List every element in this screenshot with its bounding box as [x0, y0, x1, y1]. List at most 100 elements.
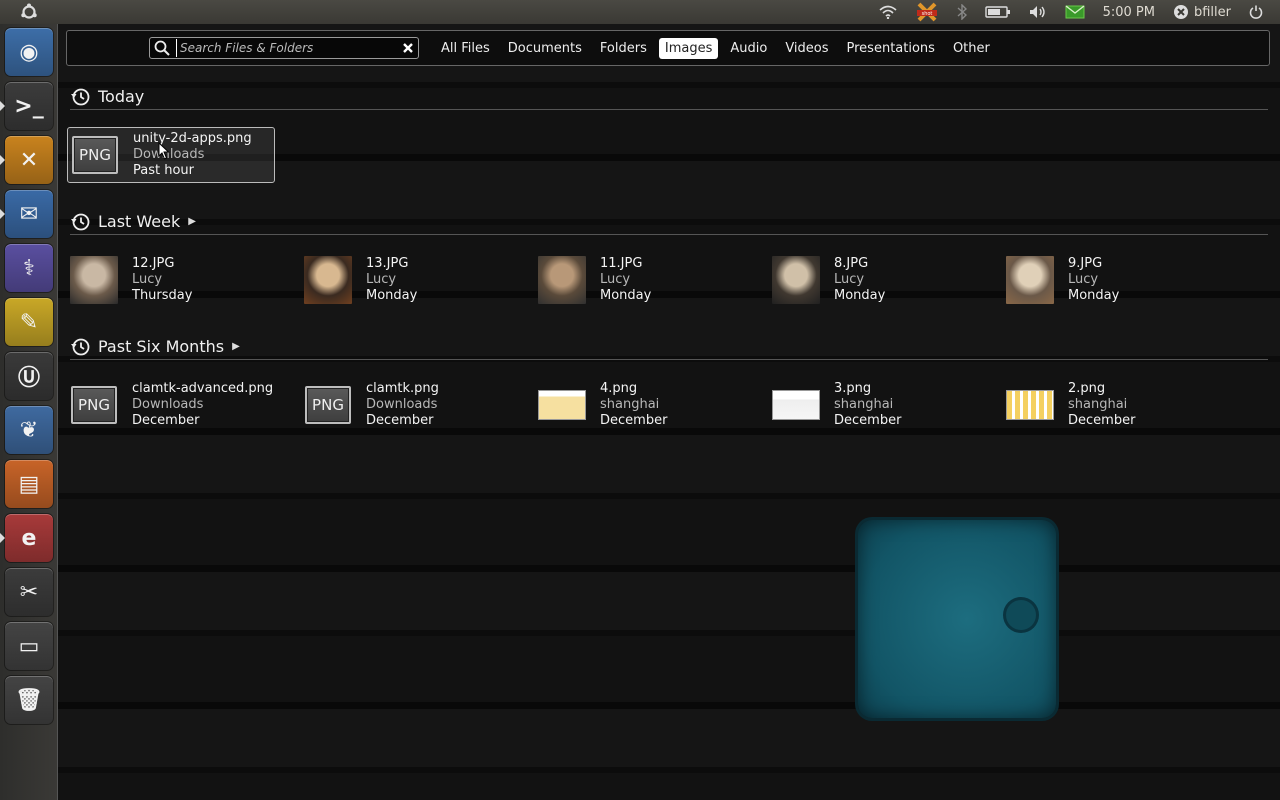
file-thumbnail	[538, 381, 586, 429]
file-meta: 12.JPG Lucy Thursday	[132, 256, 192, 304]
running-indicator	[0, 155, 5, 165]
bluetooth-icon[interactable]	[948, 0, 976, 24]
trash-icon: 🗑	[15, 687, 43, 713]
file-tile[interactable]: PNG clamtk-advanced.png Downloads December	[67, 377, 275, 433]
file-modified: Monday	[600, 288, 652, 303]
file-location: shanghai	[834, 397, 894, 412]
wifi-icon[interactable]	[870, 0, 906, 24]
search-box[interactable]	[149, 37, 419, 59]
volume-icon[interactable]	[1020, 0, 1056, 24]
file-tile[interactable]: 8.JPG Lucy Monday	[769, 252, 977, 308]
ubuntu-logo-button[interactable]	[0, 0, 58, 24]
folder-icon: ▭	[18, 633, 40, 659]
running-indicator	[0, 101, 5, 111]
filter-other[interactable]: Other	[947, 38, 996, 59]
file-name: 12.JPG	[132, 256, 175, 271]
filter-videos[interactable]: Videos	[779, 38, 834, 59]
feet-icon: ❦	[19, 417, 39, 443]
file-thumbnail	[70, 256, 118, 304]
screenshot-thumbnail	[772, 390, 820, 420]
file-tile[interactable]: PNG clamtk.png Downloads December	[301, 377, 509, 433]
file-thumbnail: PNG	[71, 131, 119, 179]
section-header-today[interactable]: Today	[70, 84, 1268, 110]
file-thumbnail	[304, 256, 352, 304]
history-icon	[71, 338, 90, 355]
launcher-item-ubuntu-one[interactable]: Ⓤ	[5, 352, 53, 400]
file-name: unity-2d-apps.png	[133, 131, 252, 146]
launcher-item-eclipse-hydra[interactable]: ⚕	[5, 244, 53, 292]
battery-icon[interactable]	[976, 0, 1020, 24]
thunderbird-icon: ✉	[19, 201, 39, 227]
filter-images[interactable]: Images	[658, 37, 719, 59]
running-indicator	[0, 209, 5, 219]
filter-presentations[interactable]: Presentations	[841, 38, 941, 59]
file-location: Lucy	[600, 272, 631, 287]
launcher-item-e-app[interactable]: e	[5, 514, 53, 562]
file-location: Lucy	[834, 272, 865, 287]
user-menu[interactable]: bfiller	[1164, 0, 1240, 24]
expand-arrow-icon[interactable]: ▶	[188, 216, 196, 227]
launcher-item-shutter[interactable]: ✕	[5, 136, 53, 184]
file-meta: clamtk-advanced.png Downloads December	[132, 381, 273, 429]
file-modified: Thursday	[132, 288, 193, 303]
photo-thumbnail	[70, 256, 118, 304]
file-thumbnail	[772, 381, 820, 429]
launcher-item-screenshot-tool[interactable]: ✂	[5, 568, 53, 616]
filter-bar: All Files Documents Folders Images Audio Vide…	[435, 37, 1002, 59]
power-icon[interactable]	[1240, 0, 1272, 24]
file-name: 13.JPG	[366, 256, 409, 271]
filter-folders[interactable]: Folders	[594, 38, 653, 59]
running-indicator	[0, 533, 5, 543]
section-title: Past Six Months	[98, 337, 225, 356]
file-name: 2.png	[1068, 381, 1106, 396]
clock[interactable]: 5:00 PM	[1094, 0, 1164, 24]
file-name: 3.png	[834, 381, 872, 396]
clear-search-icon[interactable]	[402, 42, 414, 54]
file-meta: unity-2d-apps.png Downloads Past hour	[133, 131, 252, 179]
launcher-item-chromium[interactable]: ◉	[5, 28, 53, 76]
photo-thumbnail	[304, 256, 352, 304]
filter-audio[interactable]: Audio	[724, 38, 773, 59]
file-name: clamtk.png	[366, 381, 439, 396]
user-name: bfiller	[1193, 4, 1231, 20]
file-tile[interactable]: 11.JPG Lucy Monday	[535, 252, 743, 308]
file-tile[interactable]: 3.png shanghai December	[769, 377, 977, 433]
file-name: clamtk-advanced.png	[132, 381, 274, 396]
file-tile[interactable]: 9.JPG Lucy Monday	[1003, 252, 1211, 308]
file-tile[interactable]: 13.JPG Lucy Monday	[301, 252, 509, 308]
file-modified: Past hour	[133, 163, 195, 178]
file-meta: 3.png shanghai December	[834, 381, 901, 429]
file-tile[interactable]: PNG unity-2d-apps.png Downloads Past hour	[67, 127, 275, 183]
text-editor-icon: ✎	[19, 309, 39, 335]
file-meta: 11.JPG Lucy Monday	[600, 256, 651, 304]
file-location: shanghai	[1068, 397, 1128, 412]
filter-documents[interactable]: Documents	[502, 38, 588, 59]
file-tile[interactable]: 12.JPG Lucy Thursday	[67, 252, 275, 308]
ubuntu-one-icon: Ⓤ	[17, 366, 40, 391]
mail-icon[interactable]	[1056, 0, 1094, 24]
filter-all-files[interactable]: All Files	[435, 38, 496, 59]
expand-arrow-icon[interactable]: ▶	[232, 341, 240, 352]
shutter-icon: ✕	[19, 147, 39, 173]
file-thumbnail	[538, 256, 586, 304]
launcher-item-terminal[interactable]: >_	[5, 82, 53, 130]
section-header-past-six-months[interactable]: Past Six Months ▶	[70, 334, 1268, 360]
file-tile[interactable]: 4.png shanghai December	[535, 377, 743, 433]
file-meta: 4.png shanghai December	[600, 381, 667, 429]
launcher-item-trash[interactable]: 🗑	[5, 676, 53, 724]
section-header-last-week[interactable]: Last Week ▶	[70, 209, 1268, 235]
screenshot-thumbnail	[1006, 390, 1054, 420]
dash: All Files Documents FoldersImagesAudio Vide…	[58, 24, 1280, 800]
search-input[interactable]	[176, 39, 394, 57]
file-tile[interactable]: 2.png shanghai December	[1003, 377, 1211, 433]
file-modified: Monday	[1068, 288, 1120, 303]
launcher-item-gimp-feet[interactable]: ❦	[5, 406, 53, 454]
launcher-item-presentation[interactable]: ▤	[5, 460, 53, 508]
launcher-item-thunderbird[interactable]: ✉	[5, 190, 53, 238]
shutter-icon[interactable]: shot	[906, 0, 948, 24]
png-file-icon: PNG	[71, 386, 117, 424]
launcher-item-files[interactable]: ▭	[5, 622, 53, 670]
history-icon	[71, 213, 90, 230]
photo-thumbnail	[1006, 256, 1054, 304]
launcher-item-text-editor[interactable]: ✎	[5, 298, 53, 346]
